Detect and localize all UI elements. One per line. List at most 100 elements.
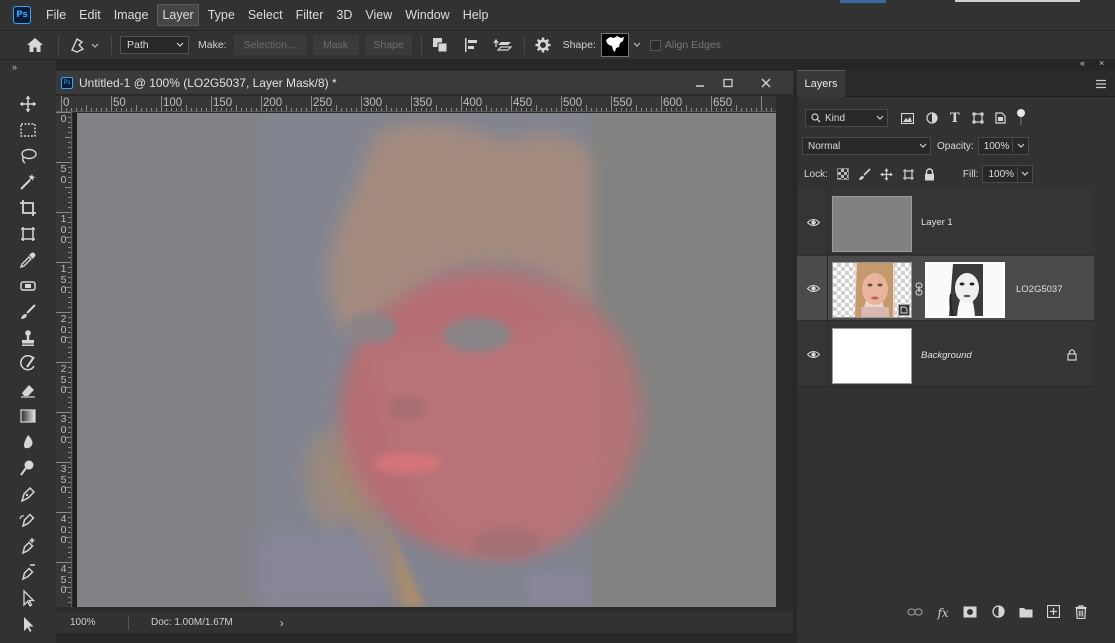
filter-toggle-switch[interactable] [1016,109,1026,127]
close-panel-icon[interactable]: × [1099,58,1104,68]
home-icon[interactable] [24,34,46,56]
path-alignment-icon[interactable] [462,35,482,55]
zoom-level[interactable]: 100% [70,617,128,628]
lock-transparent-pixels-icon[interactable] [836,168,849,180]
layers-scrollbar[interactable] [1094,190,1115,590]
path-operations-icon[interactable] [430,35,450,55]
move-icon[interactable] [17,93,39,115]
menu-help[interactable]: Help [459,5,493,25]
layer-row-layer-1[interactable]: Layer 1 [797,190,1094,255]
menu-image[interactable]: Image [110,5,153,25]
adjustment-layer-icon[interactable] [991,605,1005,621]
lock-all-icon[interactable] [924,167,935,181]
lock-artboard-icon[interactable] [902,168,915,181]
marquee-icon[interactable] [17,119,39,141]
freeform-pen-icon[interactable] [17,509,39,531]
type-layer-filter-icon[interactable]: T [950,111,960,126]
layer-thumbnail[interactable] [832,196,912,252]
pixel-layer-filter-icon[interactable] [900,111,914,125]
document-image[interactable] [77,113,776,607]
pen-tool-preset-icon[interactable] [67,34,103,56]
blend-mode-dropdown[interactable]: Normal [802,137,931,155]
menu-filter[interactable]: Filter [292,5,328,25]
shape-layer-filter-icon[interactable] [971,111,985,125]
menu-file[interactable]: File [42,5,70,25]
opacity-input[interactable]: 100% [977,137,1029,155]
smart-object-filter-icon[interactable] [994,111,1008,125]
make-selection-button[interactable]: Selection... [233,35,306,55]
gear-icon[interactable] [533,35,553,55]
lock-image-pixels-icon[interactable] [858,167,871,181]
delete-layer-icon[interactable] [1075,604,1087,622]
maximize-button[interactable] [718,74,738,92]
layer-row-background[interactable]: Background [797,322,1094,387]
eye-icon[interactable] [807,216,820,229]
fill-input[interactable]: 100% [982,165,1034,183]
lock-position-icon[interactable] [880,168,893,181]
direct-selection-icon[interactable] [17,613,39,635]
make-shape-button[interactable]: Shape [365,35,412,55]
path-arrangement-icon[interactable] [492,35,514,55]
tool-mode-dropdown[interactable]: Path [120,36,189,54]
crop-icon[interactable] [17,197,39,219]
pen-icon[interactable] [17,483,39,505]
layer-visibility-cell[interactable] [797,256,828,321]
eyedropper-icon[interactable] [17,249,39,271]
adjustment-layer-filter-icon[interactable] [925,111,939,125]
eye-icon[interactable] [807,348,820,361]
menu-select[interactable]: Select [244,5,287,25]
layer-name[interactable]: LO2G5037 [1016,284,1062,295]
horizontal-ruler[interactable]: 0 50 100 150 200 250 300 350 400 450 500 550 600 650 [56,96,776,112]
kind-filter-dropdown[interactable]: Kind [805,109,888,127]
blur-icon[interactable] [17,431,39,453]
layer-name[interactable]: Background [921,350,972,361]
align-edges-checkbox[interactable] [649,39,661,51]
chevron-down-icon[interactable] [632,41,642,49]
make-mask-button[interactable]: Mask [312,35,359,55]
magic-wand-icon[interactable] [17,171,39,193]
spot-healing-icon[interactable] [17,275,39,297]
menu-layer[interactable]: Layer [157,4,199,26]
close-button[interactable] [756,74,776,92]
layer-locked-icon[interactable] [1067,349,1077,364]
eye-icon[interactable] [807,282,820,295]
layer-row-lo2g5037[interactable]: LO2G5037 [797,256,1094,321]
layer-visibility-cell[interactable] [797,190,828,255]
menu-window[interactable]: Window [401,5,453,25]
expand-panel-icon[interactable]: » [12,62,17,72]
new-group-icon[interactable] [1019,606,1033,621]
vertical-ruler[interactable]: 0 50 100 150 200 250 300 350 400 450 [56,112,72,607]
minimize-button[interactable] [690,74,710,92]
clone-stamp-icon[interactable] [17,327,39,349]
add-anchor-icon[interactable] [17,535,39,557]
lasso-icon[interactable] [17,145,39,167]
convert-point-icon[interactable] [17,561,39,583]
custom-shape-picker[interactable] [600,33,629,57]
menu-type[interactable]: Type [204,5,239,25]
history-brush-icon[interactable] [17,353,39,375]
eraser-icon[interactable] [17,379,39,401]
menu-3d[interactable]: 3D [332,5,356,25]
menu-view[interactable]: View [361,5,396,25]
document-title[interactable]: Untitled-1 @ 100% (LO2G5037, Layer Mask/… [79,76,337,90]
menu-edit[interactable]: Edit [75,5,105,25]
layer-thumbnail[interactable] [832,328,912,384]
frame-icon[interactable] [17,223,39,245]
link-layers-icon[interactable] [907,606,923,620]
brush-icon[interactable] [17,301,39,323]
vertical-scrollbar[interactable] [776,96,793,607]
dodge-icon[interactable] [17,457,39,479]
gradient-icon[interactable] [17,405,39,427]
status-menu-arrow[interactable]: › [280,616,284,630]
layer-visibility-cell[interactable] [797,322,828,387]
new-layer-icon[interactable] [1047,604,1061,621]
layer-mask-thumbnail[interactable] [925,262,1005,318]
layer-thumbnail[interactable] [832,262,912,318]
add-mask-icon[interactable] [963,606,977,621]
layer-style-icon[interactable]: fx [937,606,948,620]
tab-layers[interactable]: Layers [797,70,845,97]
mask-link-icon[interactable] [915,282,923,299]
panel-menu-icon[interactable] [1095,78,1107,92]
layer-name[interactable]: Layer 1 [921,217,953,228]
collapse-panel-icon[interactable]: « [1080,58,1085,68]
